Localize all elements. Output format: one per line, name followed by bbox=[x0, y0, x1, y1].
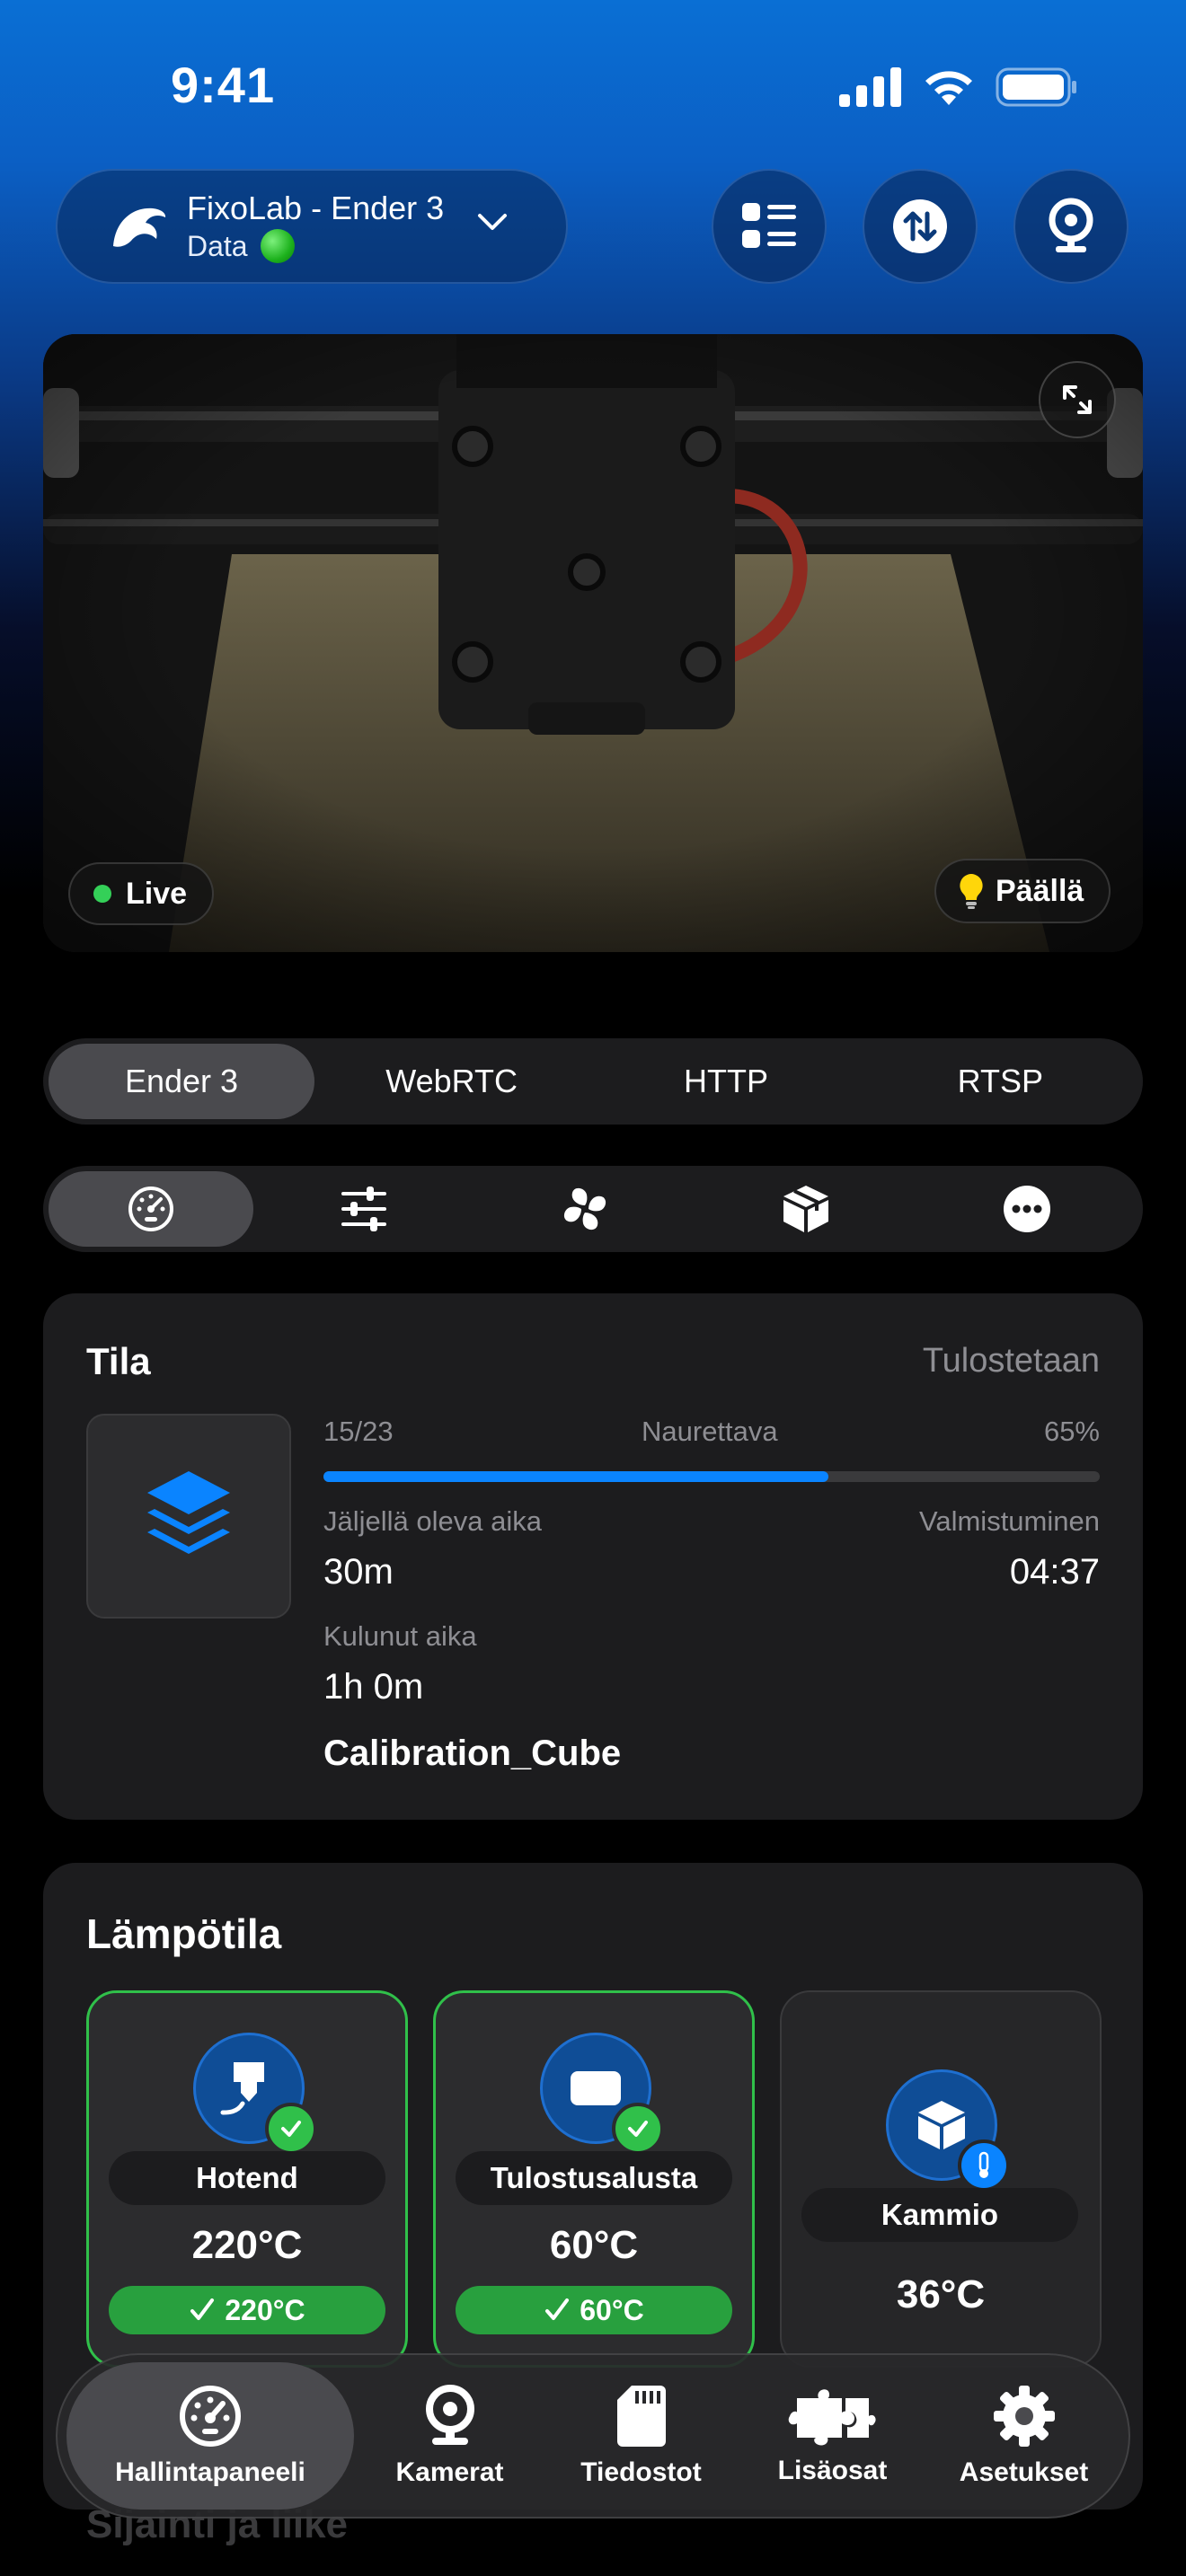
tab-dashboard[interactable]: Hallintapaneeli bbox=[66, 2362, 354, 2510]
printer-logo-icon bbox=[113, 207, 166, 247]
live-dot bbox=[93, 885, 111, 903]
source-tab-rtsp[interactable]: RTSP bbox=[863, 1044, 1137, 1119]
hotend-temp: 220°C bbox=[191, 2223, 303, 2267]
sdcard-icon bbox=[616, 2386, 666, 2447]
elapsed-time-value: 1h 0m bbox=[323, 1667, 424, 1707]
status-title: Tila bbox=[86, 1340, 151, 1382]
live-badge: Live bbox=[68, 862, 215, 925]
chamber-name: Kammio bbox=[801, 2188, 1078, 2242]
source-tab-webrtc[interactable]: WebRTC bbox=[314, 1044, 589, 1119]
remaining-time-value: 30m bbox=[323, 1552, 394, 1592]
bed-name: Tulostusalusta bbox=[456, 2151, 732, 2205]
expand-button[interactable] bbox=[1039, 361, 1116, 438]
wifi-icon bbox=[925, 71, 972, 105]
tab-cameras-label: Kamerat bbox=[395, 2457, 504, 2487]
camera-source-segmented: Ender 3 WebRTC HTTP RTSP bbox=[43, 1038, 1143, 1125]
bed-target-value: 60°C bbox=[580, 2293, 644, 2326]
chevron-down-icon bbox=[478, 214, 507, 230]
printer-name: FixoLab - Ender 3 bbox=[187, 190, 445, 226]
layer-count: 15/23 bbox=[323, 1416, 394, 1447]
puzzle-icon bbox=[788, 2389, 876, 2446]
list-icon bbox=[742, 203, 796, 248]
transfer-arrows-icon bbox=[893, 199, 947, 253]
tab-settings-label: Asetukset bbox=[959, 2457, 1089, 2487]
progress-fill bbox=[323, 1471, 828, 1482]
progress-percent: 65% bbox=[1043, 1416, 1100, 1447]
sliders-icon bbox=[341, 1187, 386, 1231]
fan-icon bbox=[563, 1187, 606, 1231]
hotend-target[interactable]: 220°C bbox=[109, 2286, 385, 2334]
tab-plugins-label: Lisäosat bbox=[777, 2456, 888, 2485]
bed-target[interactable]: 60°C bbox=[456, 2286, 732, 2334]
bed-tile[interactable]: Tulostusalusta 60°C 60°C bbox=[433, 1990, 755, 2368]
chamber-temp: 36°C bbox=[896, 2272, 986, 2316]
gauge-icon bbox=[180, 2386, 241, 2447]
print-thumbnail bbox=[86, 1414, 291, 1619]
checkmark-icon bbox=[545, 2298, 570, 2320]
battery-icon bbox=[996, 67, 1076, 107]
hotend-target-value: 220°C bbox=[225, 2293, 305, 2326]
connection-status-dot bbox=[260, 229, 295, 263]
bed-temp: 60°C bbox=[549, 2223, 639, 2267]
list-view-button[interactable] bbox=[712, 169, 827, 284]
more-icon bbox=[1004, 1186, 1050, 1232]
expand-icon bbox=[1063, 385, 1092, 414]
source-tab-ender3[interactable]: Ender 3 bbox=[49, 1044, 314, 1119]
print-file-name: Calibration_Cube bbox=[323, 1734, 622, 1773]
print-state: Tulostetaan bbox=[922, 1342, 1100, 1380]
dashboard-sections-segmented bbox=[43, 1166, 1143, 1252]
source-tab-http[interactable]: HTTP bbox=[589, 1044, 863, 1119]
status-icons bbox=[839, 66, 1078, 108]
tab-bar: Hallintapaneeli Kamerat Tiedostot Lisäos… bbox=[56, 2353, 1130, 2519]
layer-quality-label: Naurettava bbox=[642, 1416, 778, 1447]
tool-tab-fans[interactable] bbox=[474, 1171, 695, 1247]
remaining-time-label: Jäljellä oleva aika bbox=[323, 1505, 542, 1537]
tool-tab-more[interactable] bbox=[916, 1171, 1137, 1247]
transfer-button[interactable] bbox=[863, 169, 978, 284]
layers-icon bbox=[147, 1471, 230, 1554]
chamber-tile[interactable]: Kammio 36°C bbox=[780, 1990, 1102, 2368]
light-label: Päällä bbox=[996, 873, 1084, 908]
printer-sub-label: Data bbox=[187, 230, 248, 262]
cube-icon bbox=[918, 2101, 965, 2149]
gauge-icon bbox=[128, 1187, 173, 1231]
tab-dashboard-label: Hallintapaneeli bbox=[115, 2457, 305, 2487]
webcam-button[interactable] bbox=[1013, 169, 1128, 284]
check-icon bbox=[281, 2121, 301, 2137]
signal-icon bbox=[839, 67, 901, 107]
tab-settings[interactable]: Asetukset bbox=[928, 2362, 1120, 2510]
printer-connection: Data bbox=[187, 228, 444, 264]
gear-icon bbox=[993, 2386, 1055, 2447]
tool-tab-objects[interactable] bbox=[695, 1171, 916, 1247]
finish-time-label: Valmistuminen bbox=[918, 1505, 1100, 1537]
tab-files-label: Tiedostot bbox=[580, 2457, 702, 2487]
box-icon bbox=[783, 1186, 828, 1232]
checkmark-icon bbox=[190, 2298, 215, 2320]
tool-tab-overview[interactable] bbox=[49, 1171, 253, 1247]
hotend-ok-badge bbox=[265, 2103, 317, 2155]
hotend-name: Hotend bbox=[109, 2151, 385, 2205]
hotend-tile[interactable]: Hotend 220°C 220°C bbox=[86, 1990, 408, 2368]
tab-cameras[interactable]: Kamerat bbox=[354, 2362, 545, 2510]
tool-tab-controls[interactable] bbox=[253, 1171, 474, 1247]
webcam-icon bbox=[425, 2385, 474, 2445]
elapsed-time-label: Kulunut aika bbox=[323, 1620, 477, 1652]
thermometer-icon bbox=[978, 2151, 989, 2178]
status-time: 9:41 bbox=[171, 57, 276, 113]
bed-ok-badge bbox=[612, 2103, 664, 2155]
bed-icon bbox=[571, 2071, 621, 2105]
live-label: Live bbox=[126, 876, 188, 911]
check-icon bbox=[628, 2121, 648, 2137]
lightbulb-icon bbox=[960, 874, 983, 909]
nozzle-icon bbox=[220, 2062, 264, 2115]
tab-files[interactable]: Tiedostot bbox=[545, 2362, 737, 2510]
light-toggle[interactable]: Päällä bbox=[934, 859, 1111, 923]
tab-plugins[interactable]: Lisäosat bbox=[737, 2362, 928, 2510]
webcam-icon bbox=[1049, 198, 1093, 252]
finish-time-value: 04:37 bbox=[1009, 1552, 1100, 1592]
chamber-sensor-badge bbox=[958, 2139, 1010, 2192]
printer-selector[interactable]: FixoLab - Ender 3 Data bbox=[56, 169, 568, 284]
temperature-title: Lämpötila bbox=[86, 1910, 282, 1957]
